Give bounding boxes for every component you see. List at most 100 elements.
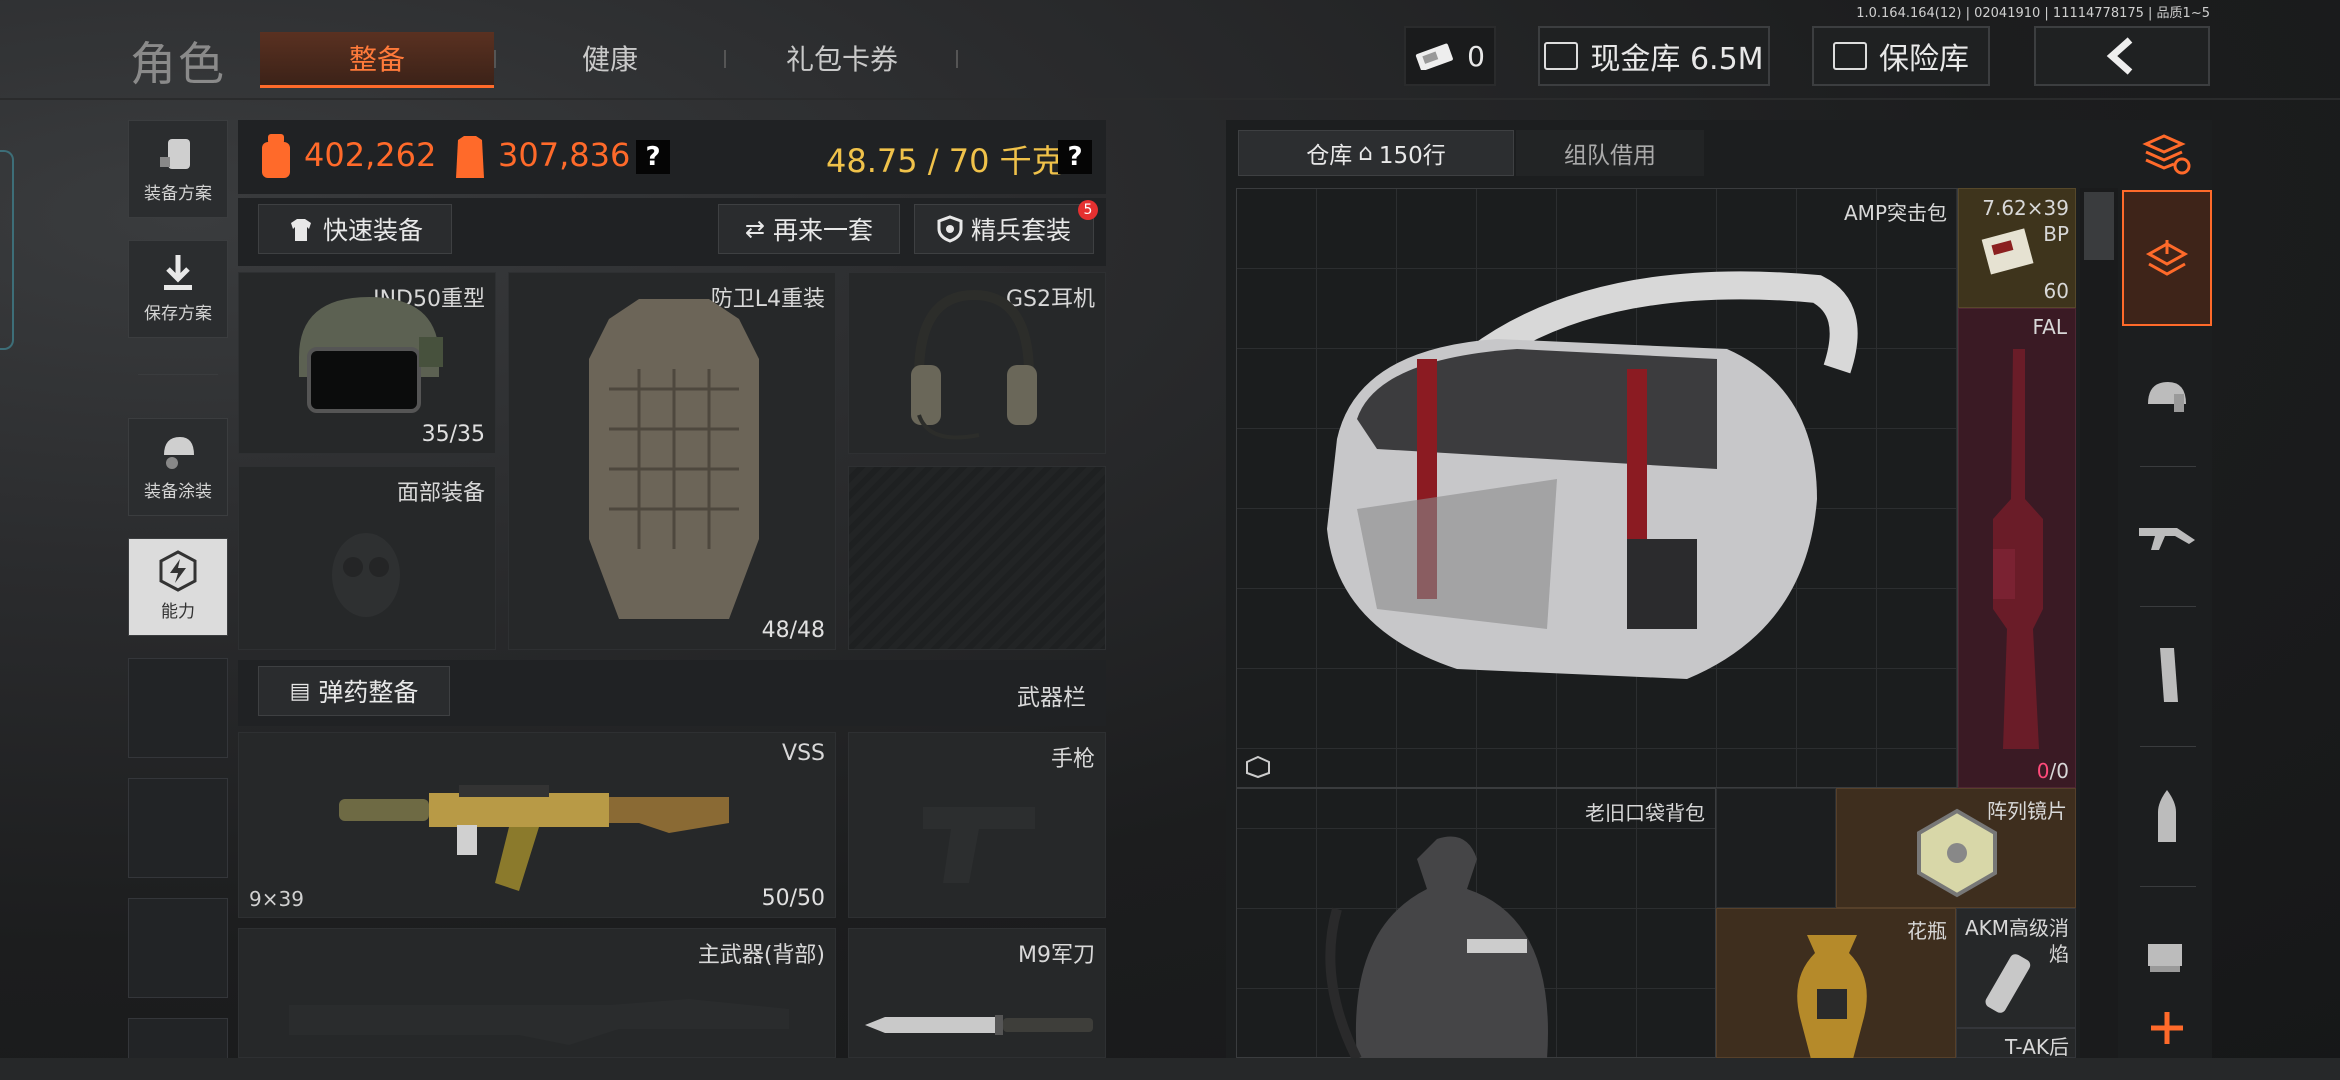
knife-slot[interactable]: M9军刀 [848, 928, 1106, 1058]
armor-durability: 48/48 [761, 618, 825, 643]
back-weapon-name: 主武器(背部) [697, 943, 825, 968]
storage-item-old-backpack[interactable]: 老旧口袋背包 [1236, 788, 1716, 1059]
primary-ammo: 50/50 [761, 886, 825, 911]
fal-rifle-image [1993, 349, 2043, 749]
vase-name: 花瓶 [1907, 919, 1947, 943]
empty-gear-slot[interactable] [848, 466, 1106, 650]
filter-weapon-button[interactable] [2122, 490, 2212, 582]
toolbar-divider [2140, 746, 2196, 747]
storage-scrollbar-track[interactable] [2080, 188, 2118, 1058]
safe-box-button[interactable]: 保险库 [1812, 26, 1990, 86]
empty-slot [128, 898, 228, 998]
face-slot[interactable]: 面部装备 [238, 466, 496, 650]
toolbar-divider [2140, 466, 2196, 467]
storage-item-akm-muzzle[interactable]: AKM高级消焰 [1956, 908, 2076, 1028]
money-counter[interactable]: 0 [1404, 26, 1496, 86]
ammo-equip-button[interactable]: ▤ 弹药整备 [258, 666, 450, 716]
lens-image [1917, 808, 1997, 898]
safe-icon [1833, 42, 1867, 70]
backpack-plan-icon [160, 139, 190, 169]
backpack-value-icon [262, 134, 290, 178]
storage-item-tak-rear[interactable]: T-AK后 [1956, 1028, 2076, 1058]
home-icon: ⌂ [1358, 140, 1373, 166]
tab-gift[interactable]: 礼包卡券 [726, 32, 958, 88]
magazine-filter-icon [2160, 648, 2178, 702]
bottom-bar [0, 1058, 2340, 1080]
ammo-count: 60 [2043, 279, 2069, 303]
warehouse-label: 仓库 [1306, 143, 1353, 169]
stats-bar: 402,262 307,836 ? 48.75 / 70 千克 ? [238, 120, 1106, 194]
pistol-icon [923, 807, 1035, 883]
storage-item-ammo[interactable]: 7.62×39 BP 60 [1958, 188, 2076, 308]
tab-equip[interactable]: 整备 [260, 32, 494, 88]
elite-set-button[interactable]: 精兵套装 [914, 204, 1094, 254]
storage-empty-cell[interactable] [1716, 788, 1836, 908]
fal-ammo-max: /0 [2049, 759, 2069, 783]
rifle-silhouette-icon [289, 999, 789, 1045]
safe-box-label: 保险库 [1879, 42, 1969, 77]
add-filter-button[interactable] [2122, 1000, 2212, 1056]
vault-icon [1544, 42, 1579, 70]
save-plan-button[interactable]: 保存方案 [128, 240, 228, 338]
stack-refresh-icon [2142, 134, 2191, 175]
pistol-slot[interactable]: 手枪 [848, 732, 1106, 918]
gas-mask-icon [332, 533, 400, 617]
primary-caliber: 9×39 [249, 887, 304, 911]
back-arrow-icon [2106, 37, 2133, 75]
storage-item-array-lens[interactable]: 阵列镜片 [1836, 788, 2076, 908]
storage-scrollbar-thumb[interactable] [2084, 192, 2114, 260]
shirt-icon [290, 219, 311, 241]
filter-ammo-button[interactable] [2122, 770, 2212, 862]
ability-button[interactable]: 能力 [128, 538, 228, 636]
weight-help-button[interactable]: ? [1058, 140, 1092, 174]
headset-slot[interactable]: GS2耳机 [848, 272, 1106, 454]
vase-image [1797, 935, 1867, 1059]
knife-image [865, 1015, 1093, 1035]
storage-item-fal[interactable]: FAL 0/0 [1958, 308, 2076, 788]
again-button[interactable]: ⇄ 再来一套 [718, 204, 900, 254]
sort-button[interactable] [2122, 112, 2212, 196]
ammo-equip-label: 弹药整备 [318, 678, 419, 707]
plus-icon [2151, 1012, 2183, 1044]
armor-slot[interactable]: 防卫L4重装 48/48 [508, 272, 836, 650]
helmet-paint-icon [164, 437, 194, 469]
helmet-image [299, 297, 443, 413]
filter-attachment-button[interactable] [2122, 910, 2212, 1002]
ammo-box-image [1981, 228, 2034, 275]
skin-button[interactable]: 装备涂装 [128, 418, 228, 516]
weapons-bar: ▤ 弹药整备 武器栏 [238, 660, 1106, 726]
left-edge-tab[interactable] [0, 150, 14, 350]
amp-bag-image [1327, 271, 1858, 679]
value-help-button[interactable]: ? [636, 140, 670, 174]
tab-team-borrow[interactable]: 组队借用 [1516, 130, 1704, 176]
cash-vault-button[interactable]: 现金库 6.5M [1538, 26, 1770, 86]
primary-weapon-name: VSS [782, 741, 825, 766]
ability-label: 能力 [161, 602, 195, 622]
storage-item-amp-bag[interactable]: AMP突击包 [1236, 188, 1958, 788]
filter-magazine-button[interactable] [2122, 630, 2212, 722]
tak-rear-name: T-AK后 [2005, 1035, 2069, 1058]
quick-equip-button[interactable]: 快速装备 [258, 204, 452, 254]
toolbar-divider [2140, 886, 2196, 887]
filter-helmet-button[interactable] [2122, 350, 2212, 442]
helmet-slot[interactable]: IND50重型 35/35 [238, 272, 496, 454]
tab-divider [956, 50, 958, 68]
quick-equip-label: 快速装备 [322, 216, 423, 245]
page-title: 角色 [130, 37, 226, 91]
tab-health[interactable]: 健康 [494, 32, 726, 88]
knife-name: M9军刀 [1018, 943, 1095, 968]
sight-filter-icon [2148, 944, 2182, 972]
rifle-filter-icon [2139, 528, 2195, 550]
tab-warehouse[interactable]: 仓库 ⌂ 150行 [1238, 130, 1514, 176]
storage-item-vase[interactable]: 花瓶 [1716, 908, 1956, 1059]
back-weapon-slot[interactable]: 主武器(背部) [238, 928, 836, 1058]
loadout-plan-label: 装备方案 [144, 184, 212, 204]
shield-icon [937, 215, 963, 243]
back-button[interactable] [2034, 26, 2210, 86]
loadout-plan-button[interactable]: 装备方案 [128, 120, 228, 218]
warehouse-rows: 150行 [1378, 143, 1446, 169]
face-name: 面部装备 [396, 481, 485, 506]
primary-weapon-slot[interactable]: VSS 9×39 50/50 [238, 732, 836, 918]
fal-name: FAL [2032, 315, 2068, 339]
filter-all-button[interactable] [2122, 190, 2212, 326]
